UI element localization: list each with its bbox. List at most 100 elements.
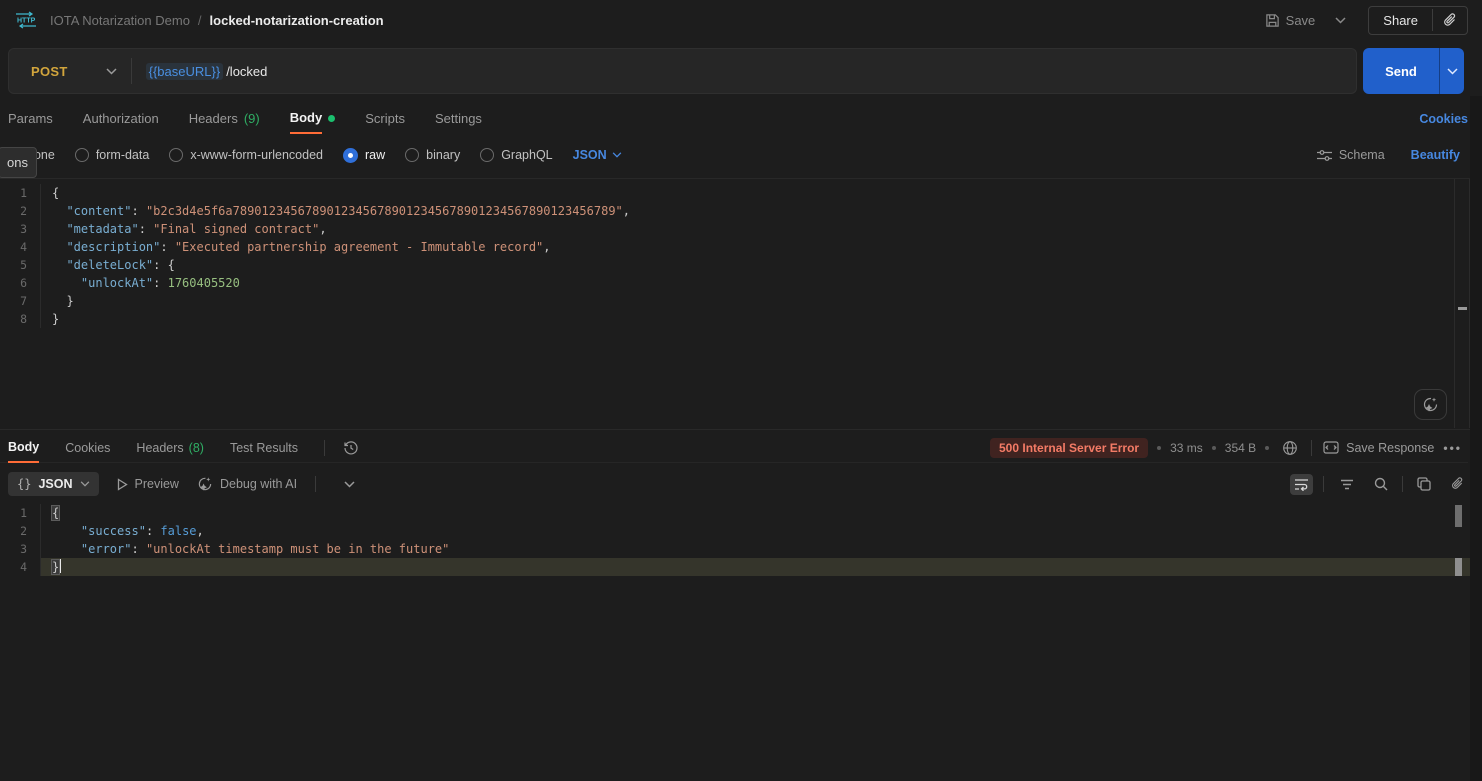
code-line[interactable]: 6 "unlockAt": 1760405520: [0, 274, 1453, 292]
breadcrumb-request-name[interactable]: locked-notarization-creation: [210, 13, 384, 28]
network-info-button[interactable]: [1278, 436, 1302, 460]
code-line[interactable]: 1{: [0, 184, 1453, 202]
svg-text:HTTP: HTTP: [17, 18, 36, 25]
tab-settings[interactable]: Settings: [435, 103, 482, 134]
request-body-editor[interactable]: 1{2 "content": "b2c3d4e5f6a7890123456789…: [0, 184, 1453, 328]
request-editor-scrollbar[interactable]: [1454, 179, 1470, 428]
url-input[interactable]: {{baseURL}} /locked: [146, 63, 268, 80]
code-line[interactable]: 2 "success": false,: [0, 522, 1470, 540]
meta-separator-dot: [1212, 446, 1216, 450]
line-number: 6: [0, 274, 40, 292]
save-response-icon: [1323, 441, 1339, 454]
response-tab-headers[interactable]: Headers(8): [136, 433, 204, 463]
preview-label: Preview: [135, 477, 179, 491]
copy-button[interactable]: [1413, 473, 1435, 495]
schema-button[interactable]: Schema: [1317, 148, 1385, 162]
raw-language-select[interactable]: JSON: [573, 148, 622, 162]
chevron-down-icon: [80, 481, 90, 487]
response-tab-cookies[interactable]: Cookies: [65, 433, 110, 463]
body-type-raw[interactable]: raw: [343, 148, 385, 163]
method-chevron[interactable]: [106, 68, 117, 75]
code-content: {: [40, 184, 1453, 202]
response-more-button[interactable]: •••: [1443, 441, 1462, 455]
code-line[interactable]: 4 "description": "Executed partnership a…: [0, 238, 1453, 256]
response-tab-test-results[interactable]: Test Results: [230, 433, 298, 463]
radio-selected-icon: [343, 148, 358, 163]
response-body-editor[interactable]: 1{2 "success": false,3 "error": "unlockA…: [0, 504, 1470, 576]
body-options-right: Schema Beautify: [1317, 140, 1460, 170]
save-button[interactable]: Save: [1259, 9, 1322, 32]
toolbar-divider: [315, 476, 316, 492]
cookies-link[interactable]: Cookies: [1419, 112, 1468, 126]
response-time[interactable]: 33 ms: [1170, 441, 1203, 455]
response-toolbar-right: [1290, 473, 1468, 495]
preview-button[interactable]: Preview: [117, 477, 179, 491]
response-format-select[interactable]: {} JSON: [8, 472, 99, 496]
response-tab-body[interactable]: Body: [8, 433, 39, 463]
tab-params[interactable]: Params: [8, 103, 53, 134]
code-content: }: [40, 292, 1453, 310]
code-content: "success": false,: [40, 522, 1470, 540]
code-content: "description": "Executed partnership agr…: [40, 238, 1453, 256]
code-line[interactable]: 3 "metadata": "Final signed contract",: [0, 220, 1453, 238]
filter-button[interactable]: [1336, 475, 1358, 494]
line-number: 3: [0, 540, 40, 558]
response-scrollbar-thumb[interactable]: [1455, 505, 1462, 527]
beautify-button[interactable]: Beautify: [1411, 148, 1460, 162]
radio-icon: [169, 148, 183, 162]
body-type-urlencoded[interactable]: x-www-form-urlencoded: [169, 148, 323, 162]
save-response-button[interactable]: Save Response: [1323, 441, 1434, 455]
body-modified-dot: [328, 115, 335, 122]
breadcrumb-collection[interactable]: IOTA Notarization Demo: [50, 13, 190, 28]
request-url-bar: POST {{baseURL}} /locked: [8, 48, 1357, 94]
code-line[interactable]: 8}: [0, 310, 1453, 328]
code-line[interactable]: 2 "content": "b2c3d4e5f6a789012345678901…: [0, 202, 1453, 220]
toolbar-right-divider: [1402, 476, 1403, 492]
meta-separator-dot: [1265, 446, 1269, 450]
tab-headers[interactable]: Headers(9): [189, 103, 260, 134]
response-tabs: Body Cookies Headers(8) Test Results 500…: [0, 433, 1468, 463]
body-type-options: none form-data x-www-form-urlencoded raw…: [6, 140, 622, 170]
postman-app-window: HTTP IOTA Notarization Demo / locked-not…: [0, 0, 1482, 781]
response-history-button[interactable]: [339, 436, 363, 460]
response-size[interactable]: 354 B: [1225, 441, 1256, 455]
chevron-down-icon: [106, 68, 117, 75]
search-button[interactable]: [1370, 473, 1392, 495]
method-selector[interactable]: POST: [9, 64, 68, 79]
tab-scripts[interactable]: Scripts: [365, 103, 405, 134]
code-line[interactable]: 5 "deleteLock": {: [0, 256, 1453, 274]
window-scroll-rail[interactable]: [1470, 96, 1482, 781]
postbot-ai-button[interactable]: [1414, 389, 1447, 420]
copy-link-button[interactable]: [1433, 7, 1467, 34]
tab-authorization[interactable]: Authorization: [83, 103, 159, 134]
code-content: "metadata": "Final signed contract",: [40, 220, 1453, 238]
body-type-graphql[interactable]: GraphQL: [480, 148, 552, 162]
tab-body[interactable]: Body: [290, 103, 336, 134]
send-button[interactable]: Send: [1363, 48, 1439, 94]
send-options-chevron[interactable]: [1439, 48, 1464, 94]
http-request-icon: HTTP: [14, 11, 38, 29]
code-line[interactable]: 1{: [0, 504, 1470, 522]
code-line[interactable]: 3 "error": "unlockAt timestamp must be i…: [0, 540, 1470, 558]
debug-with-ai-button[interactable]: Debug with AI: [197, 476, 297, 492]
code-content: "unlockAt": 1760405520: [40, 274, 1453, 292]
wrap-text-button[interactable]: [1290, 474, 1313, 495]
copy-link-button[interactable]: [1447, 473, 1468, 495]
url-environment-variable[interactable]: {{baseURL}}: [146, 63, 224, 80]
share-button[interactable]: Share: [1369, 7, 1432, 34]
url-path: /locked: [226, 64, 267, 79]
status-badge[interactable]: 500 Internal Server Error: [990, 438, 1148, 458]
body-type-binary[interactable]: binary: [405, 148, 460, 162]
save-options-chevron[interactable]: [1331, 13, 1350, 28]
response-toolbar: {} JSON Preview Debug with AI: [8, 470, 1468, 498]
code-content: "content": "b2c3d4e5f6a78901234567890123…: [40, 202, 1453, 220]
code-line[interactable]: 7 }: [0, 292, 1453, 310]
toolbar-more-chevron[interactable]: [340, 477, 359, 492]
code-line[interactable]: 4}: [0, 558, 1470, 576]
radio-icon: [480, 148, 494, 162]
line-number: 4: [0, 238, 40, 256]
editor-separator: [0, 178, 1482, 179]
body-type-form-data[interactable]: form-data: [75, 148, 150, 162]
response-cursor-marker[interactable]: [1455, 558, 1462, 576]
line-number: 1: [0, 504, 40, 522]
